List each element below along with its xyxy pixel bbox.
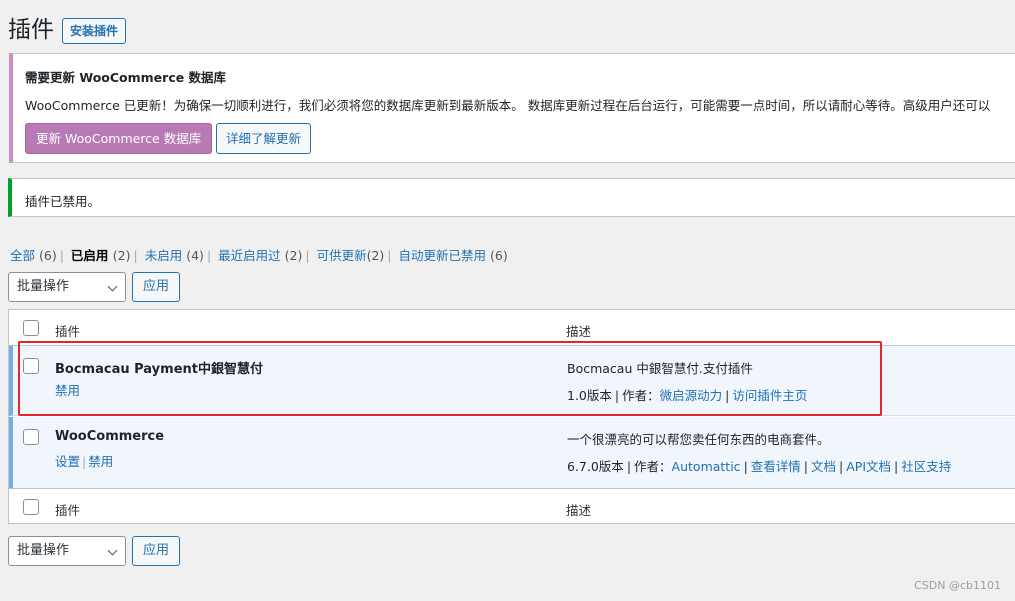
plugin-version: 1.0版本 <box>567 388 612 403</box>
select-all-checkbox[interactable] <box>23 320 39 336</box>
column-footer-description: 描述 <box>566 503 592 518</box>
plugin-description: Bocmacau 中銀智慧付.支付插件 <box>567 361 753 376</box>
plugin-homepage-link[interactable]: 访问插件主页 <box>732 388 807 403</box>
column-header-description: 描述 <box>566 324 592 339</box>
table-row: Bocmacau Payment中銀智慧付 禁用 Bocmacau 中銀智慧付.… <box>9 346 1015 416</box>
apply-button-bottom[interactable]: 应用 <box>132 536 181 566</box>
chevron-down-icon <box>107 545 118 556</box>
view-details-link[interactable]: 查看详情 <box>751 459 801 474</box>
filter-update-available[interactable]: 可供更新(2) <box>317 248 385 263</box>
filter-all[interactable]: 全部 (6) <box>10 248 57 263</box>
watermark: CSDN @cb1101 <box>914 579 1001 592</box>
plugin-name: WooCommerce <box>55 429 165 444</box>
table-header: 插件 描述 <box>9 310 1015 346</box>
plugin-deactivated-notice: 插件已禁用。 <box>8 178 1015 217</box>
filter-active[interactable]: 已启用 (2) <box>71 248 131 263</box>
table-row: WooCommerce 设置 | 禁用 一个很漂亮的可以帮您卖任何东西的电商套件。 … <box>9 417 1015 488</box>
add-plugin-button[interactable]: 安装插件 <box>62 18 127 44</box>
table-footer: 插件 描述 <box>9 488 1015 524</box>
notice-message: 插件已禁用。 <box>25 194 101 209</box>
page-title: 插件 <box>8 17 54 43</box>
row-checkbox[interactable] <box>23 429 39 445</box>
docs-link[interactable]: 文档 <box>811 459 836 474</box>
row-checkbox[interactable] <box>23 358 39 374</box>
column-header-plugin: 插件 <box>55 324 81 339</box>
select-all-checkbox-footer[interactable] <box>23 499 39 515</box>
author-link[interactable]: 微启源动力 <box>660 388 723 403</box>
update-woocommerce-db-button[interactable]: 更新 WooCommerce 数据库 <box>25 123 213 154</box>
notice-title: 需要更新 WooCommerce 数据库 <box>25 70 227 85</box>
filter-inactive[interactable]: 未启用 (4) <box>145 248 204 263</box>
community-support-link[interactable]: 社区支持 <box>901 459 951 474</box>
chevron-down-icon <box>107 281 118 292</box>
plugin-meta: 1.0版本 | 作者：微启源动力 | 访问插件主页 <box>567 388 808 403</box>
author-prefix: 作者： <box>634 459 672 474</box>
bulk-action-select-top[interactable]: 批量操作 <box>8 272 126 302</box>
learn-more-button[interactable]: 详细了解更新 <box>216 123 312 154</box>
row-actions: 禁用 <box>55 380 80 399</box>
author-link[interactable]: Automattic <box>672 459 741 474</box>
filter-recently-active[interactable]: 最近启用过 (2) <box>218 248 302 263</box>
plugin-version: 6.7.0版本 <box>567 459 624 474</box>
plugin-description: 一个很漂亮的可以帮您卖任何东西的电商套件。 <box>567 432 830 447</box>
plugin-name: Bocmacau Payment中銀智慧付 <box>55 362 263 377</box>
api-docs-link[interactable]: API文档 <box>846 459 891 474</box>
deactivate-link[interactable]: 禁用 <box>88 454 113 469</box>
notice-text: WooCommerce 已更新！为确保一切顺利进行，我们必须将您的数据库更新到最… <box>25 98 991 113</box>
apply-button-top[interactable]: 应用 <box>132 272 181 302</box>
plugin-meta: 6.7.0版本 | 作者：Automattic | 查看详情 | 文档 | API文档 | 社区支持 <box>567 459 952 474</box>
plugins-table: 插件 描述 Bocmacau Payment中銀智慧付 禁用 Bocmacau … <box>8 309 1015 524</box>
plugin-status-filters: 全部 (6) | 已启用 (2) | 未启用 (4) | 最近启用过 (2) | 可供更… <box>10 248 508 263</box>
filter-auto-update-disabled[interactable]: 自动更新已禁用 (6) <box>399 248 508 263</box>
deactivate-link[interactable]: 禁用 <box>55 383 80 398</box>
bulk-action-select-bottom[interactable]: 批量操作 <box>8 536 126 566</box>
settings-link[interactable]: 设置 <box>55 454 80 469</box>
row-actions: 设置 | 禁用 <box>55 454 114 469</box>
woocommerce-db-update-notice: 需要更新 WooCommerce 数据库 WooCommerce 已更新！为确保… <box>9 53 1015 163</box>
author-prefix: 作者： <box>622 388 660 403</box>
column-footer-plugin: 插件 <box>55 503 81 518</box>
